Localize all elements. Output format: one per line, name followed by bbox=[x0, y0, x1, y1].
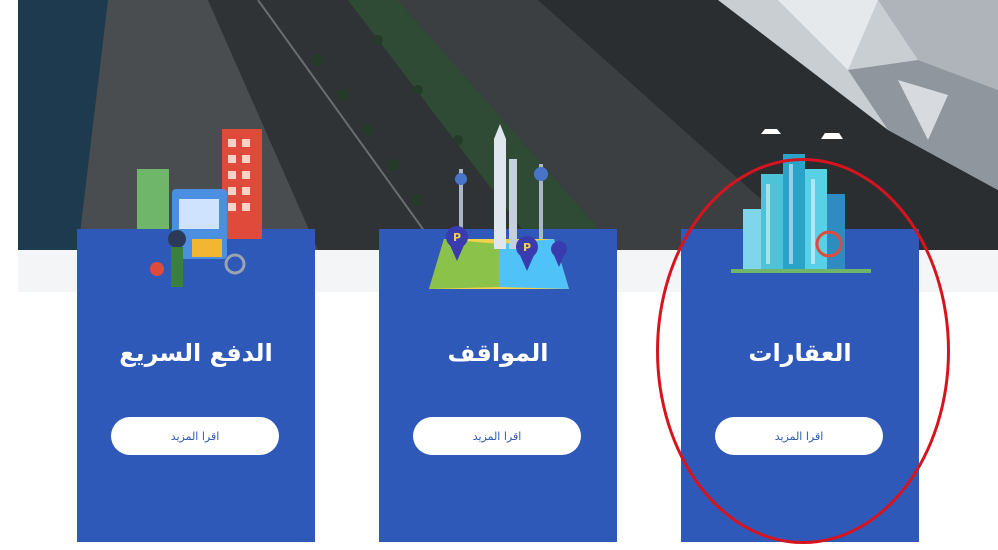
real-estate-illustration-icon bbox=[731, 129, 871, 273]
svg-text:P: P bbox=[453, 231, 461, 244]
card-title: الدفع السريع bbox=[119, 339, 273, 367]
svg-text:P: P bbox=[523, 241, 531, 254]
card-title: المواقف bbox=[447, 339, 549, 367]
read-more-button[interactable]: اقرا المزيد bbox=[413, 417, 581, 455]
parking-map-illustration-icon: PP bbox=[429, 124, 569, 289]
read-more-button[interactable]: اقرا المزيد bbox=[715, 417, 883, 455]
quick-pay-illustration-icon bbox=[137, 129, 262, 287]
services-page: الدفع السريع اقرا المزيد PP المواقف اقرا… bbox=[0, 0, 998, 550]
card-title: العقارات bbox=[748, 339, 852, 367]
read-more-button[interactable]: اقرا المزيد bbox=[111, 417, 279, 455]
service-card-quick-pay: الدفع السريع اقرا المزيد bbox=[77, 129, 315, 542]
service-card-real-estate: العقارات اقرا المزيد bbox=[681, 129, 919, 542]
service-card-parking: PP المواقف اقرا المزيد bbox=[379, 124, 617, 542]
